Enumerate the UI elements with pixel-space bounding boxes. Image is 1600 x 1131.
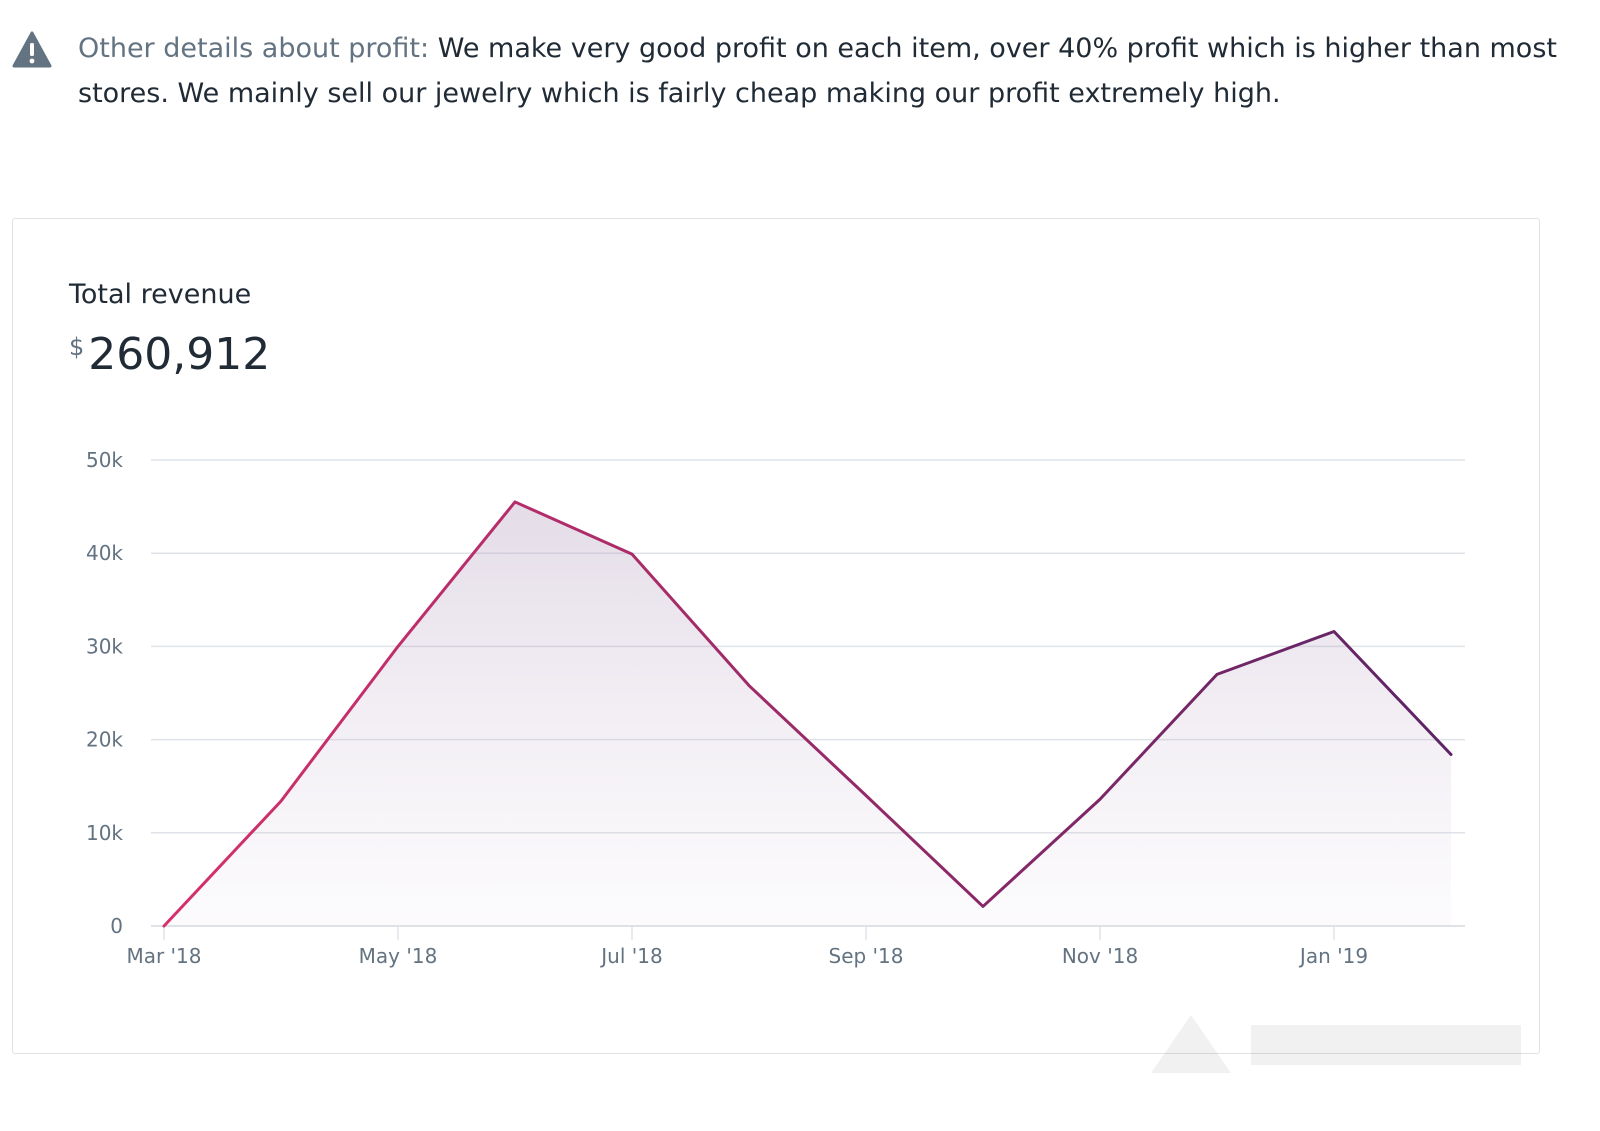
y-tick-label: 20k xyxy=(86,728,123,752)
x-tick-label: Nov '18 xyxy=(1062,944,1138,968)
profit-note: Other details about profit: We make very… xyxy=(12,26,1572,116)
y-tick-label: 10k xyxy=(86,821,123,845)
x-tick-label: May '18 xyxy=(359,944,438,968)
revenue-chart: 0 10k 20k 30k 40k 50k Mar '18 May '18 Jul '18 Sep… xyxy=(86,448,1465,968)
revenue-area xyxy=(164,501,1451,926)
y-tick-label: 0 xyxy=(110,914,123,938)
x-tick-label: Jul '18 xyxy=(599,944,662,968)
revenue-card: Total revenue $ 260,912 0 10k 20k 30k 40k 50k… xyxy=(12,218,1540,1073)
x-tick-label: Mar '18 xyxy=(126,944,201,968)
profit-note-text: Other details about profit: We make very… xyxy=(78,26,1558,116)
profit-note-label: Other details about profit: xyxy=(78,33,430,64)
warning-icon xyxy=(12,31,52,68)
y-tick-label: 40k xyxy=(86,541,123,565)
watermark-logo xyxy=(1151,1015,1521,1073)
y-tick-label: 50k xyxy=(86,448,123,472)
x-tick-label: Sep '18 xyxy=(829,944,904,968)
y-tick-label: 30k xyxy=(86,634,123,658)
x-tick-label: Jan '19 xyxy=(1298,944,1368,968)
